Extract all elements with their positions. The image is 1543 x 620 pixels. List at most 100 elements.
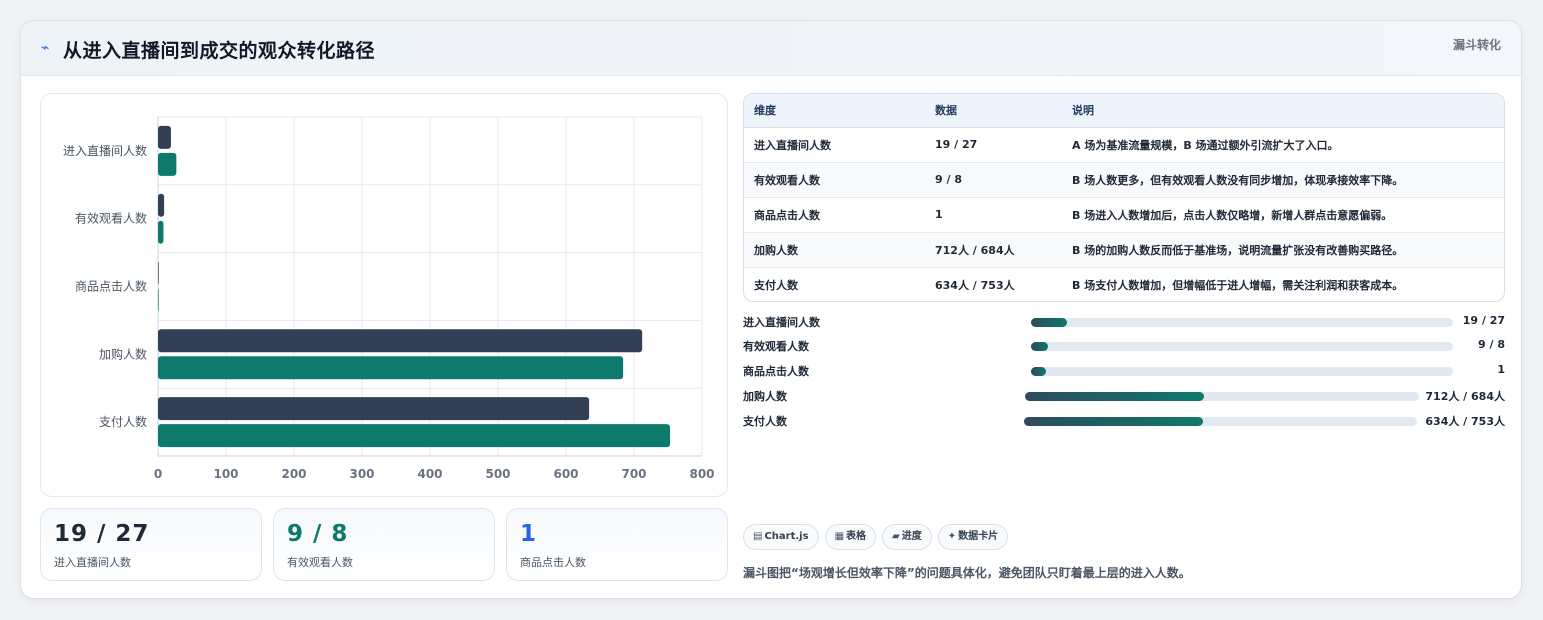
data-table: 维度 数据 说明 进入直播间人数 19 / 27 A 场为基准流量规模，B 场通… — [744, 94, 1504, 301]
x-tick-label: 300 — [349, 467, 374, 481]
progress-value: 9 / 8 — [1478, 338, 1505, 351]
stat-label: 有效观看人数 — [287, 556, 353, 569]
progress-value: 19 / 27 — [1462, 314, 1505, 327]
y-tick-label: 商品点击人数 — [75, 279, 147, 294]
table-header-row: 维度 数据 说明 — [744, 94, 1504, 128]
stat-value: 9 / 8 — [287, 521, 349, 547]
cell-desc: B 场进入人数增加后，点击人数仅略增，新增人群点击意愿偏弱。 — [1062, 197, 1504, 233]
chip-label: 表格 — [846, 531, 867, 542]
stat-card-entries: 19 / 27 进入直播间人数 — [40, 508, 262, 581]
chart-icon: ▤ — [753, 531, 763, 542]
th-data: 数据 — [925, 94, 1062, 128]
cell-data: 1 — [925, 197, 1062, 233]
chip-progress[interactable]: ▰ 进度 — [882, 524, 932, 550]
cell-dimension: 商品点击人数 — [744, 197, 925, 233]
cell-desc: B 场支付人数增加，但增幅低于进人增幅，需关注利润和获客成本。 — [1072, 278, 1404, 292]
card-icon: ✦ — [947, 531, 957, 542]
progress-row: 加购人数 712人 / 684人 — [743, 387, 1505, 405]
table-row: 加购人数 712人 / 684人 B 场的加购人数反而低于基准场，说明流量扩张没… — [744, 232, 1504, 268]
cell-data: 19 / 27 — [925, 127, 1062, 163]
progress-track — [1031, 318, 1453, 327]
stat-card-clicks: 1 商品点击人数 — [506, 508, 728, 581]
progress-fill — [1031, 367, 1046, 376]
x-tick-label: 600 — [553, 467, 578, 481]
chip-label: 数据卡片 — [958, 531, 999, 542]
progress-row: 支付人数 634人 / 753人 — [743, 412, 1505, 430]
progress-label: 商品点击人数 — [743, 365, 809, 378]
stat-label: 商品点击人数 — [520, 556, 586, 569]
chip-table[interactable]: ▦ 表格 — [824, 524, 877, 550]
stat-label: 进入直播间人数 — [54, 556, 131, 569]
x-tick-label: 0 — [154, 467, 162, 481]
chip-data-card[interactable]: ✦ 数据卡片 — [937, 524, 1009, 550]
progress-fill — [1031, 318, 1067, 327]
progress-track — [1031, 367, 1453, 376]
x-tick-label: 700 — [621, 467, 646, 481]
progress-label: 有效观看人数 — [743, 340, 809, 353]
x-tick-label: 800 — [689, 467, 714, 481]
progress-label: 支付人数 — [743, 415, 787, 428]
cell-desc: B 场的加购人数反而低于基准场，说明流量扩张没有改善购买路径。 — [1062, 232, 1504, 268]
progress-value: 1 — [1497, 363, 1505, 376]
stat-value: 1 — [520, 521, 538, 547]
x-tick-label: 400 — [417, 467, 442, 481]
x-tick-label: 500 — [485, 467, 510, 481]
bar-chart-panel: 0 100 200 300 400 500 600 700 800 进入直播间人数 有效观看人数 商品… — [40, 93, 728, 497]
cell-dimension: 进入直播间人数 — [744, 127, 925, 163]
progress-fill — [1024, 417, 1203, 426]
stat-value: 19 / 27 — [54, 521, 150, 547]
cell-dimension: 加购人数 — [744, 232, 925, 268]
table-row: 商品点击人数 1 B 场进入人数增加后，点击人数仅略增，新增人群点击意愿偏弱。 — [744, 197, 1504, 233]
bar-b-0 — [158, 152, 177, 176]
y-tick-label: 加购人数 — [99, 346, 147, 361]
bar-b-1 — [158, 220, 164, 244]
bar-chart: 0 100 200 300 400 500 600 700 800 进入直播间人数有效观看人数商品… — [63, 116, 715, 481]
progress-fill — [1025, 392, 1205, 401]
chip-label: Chart.js — [764, 531, 809, 542]
progress-track — [1024, 417, 1417, 426]
cell-dimension: 支付人数 — [754, 278, 798, 292]
progress-value: 634人 / 753人 — [1425, 415, 1505, 428]
bar-a-0 — [158, 125, 171, 149]
funnel-card: ⌁ 从进入直播间到成交的观众转化路径 漏斗转化 0 100 200 300 400 500… — [20, 20, 1522, 599]
lightning-icon: ⌁ — [41, 40, 50, 56]
bar-b-2 — [158, 288, 159, 312]
chip-chartjs[interactable]: ▤ Chart.js — [743, 524, 819, 550]
category-tag: 漏斗转化 — [1452, 38, 1501, 52]
cell-desc: B 场人数更多，但有效观看人数没有同步增加，体现承接效率下降。 — [1062, 162, 1504, 198]
table-icon: ▦ — [834, 531, 845, 542]
cell-dimension: 有效观看人数 — [744, 162, 925, 198]
cell-data: 712人 / 684人 — [925, 232, 1062, 268]
tech-chips: ▤ Chart.js ▦ 表格 ▰ 进度 ✦ 数据卡片 — [743, 524, 1014, 550]
th-dimension: 维度 — [744, 94, 925, 128]
th-desc: 说明 — [1062, 94, 1504, 128]
progress-icon: ▰ — [892, 531, 900, 542]
progress-row: 进入直播间人数 19 / 27 — [743, 313, 1505, 331]
stat-card-views: 9 / 8 有效观看人数 — [273, 508, 495, 581]
cell-data: 9 / 8 — [925, 162, 1062, 198]
bar-b-3 — [158, 356, 624, 380]
card-header: ⌁ 从进入直播间到成交的观众转化路径 漏斗转化 — [21, 21, 1521, 76]
progress-fill — [1031, 342, 1048, 351]
progress-label: 进入直播间人数 — [743, 316, 820, 329]
table-row: 支付人数 634人 / 753人 B 场支付人数增加，但增幅低于进人增幅，需关注… — [744, 267, 1504, 301]
footer-note: 漏斗图把“场观增长但效率下降”的问题具体化，避免团队只盯着最上层的进入人数。 — [743, 566, 1191, 580]
y-tick-label: 支付人数 — [99, 414, 147, 429]
cell-desc: A 场为基准流量规模，B 场通过额外引流扩大了入口。 — [1062, 127, 1504, 163]
progress-track — [1025, 392, 1419, 401]
bar-a-3 — [158, 329, 643, 353]
bar-a-2 — [158, 261, 159, 285]
table-row: 有效观看人数 9 / 8 B 场人数更多，但有效观看人数没有同步增加，体现承接效… — [744, 162, 1504, 198]
bar-b-4 — [158, 424, 671, 448]
table-row: 进入直播间人数 19 / 27 A 场为基准流量规模，B 场通过额外引流扩大了入… — [744, 127, 1504, 163]
y-tick-label: 有效观看人数 — [75, 211, 147, 226]
progress-row: 商品点击人数 1 — [743, 362, 1505, 380]
progress-row: 有效观看人数 9 / 8 — [743, 337, 1505, 355]
x-tick-label: 200 — [281, 467, 306, 481]
data-table-wrap: 维度 数据 说明 进入直播间人数 19 / 27 A 场为基准流量规模，B 场通… — [743, 93, 1505, 302]
bar-a-4 — [158, 397, 590, 421]
progress-value: 712人 / 684人 — [1425, 390, 1505, 403]
bar-a-1 — [158, 193, 165, 217]
progress-track — [1031, 342, 1453, 351]
x-tick-label: 100 — [213, 467, 238, 481]
